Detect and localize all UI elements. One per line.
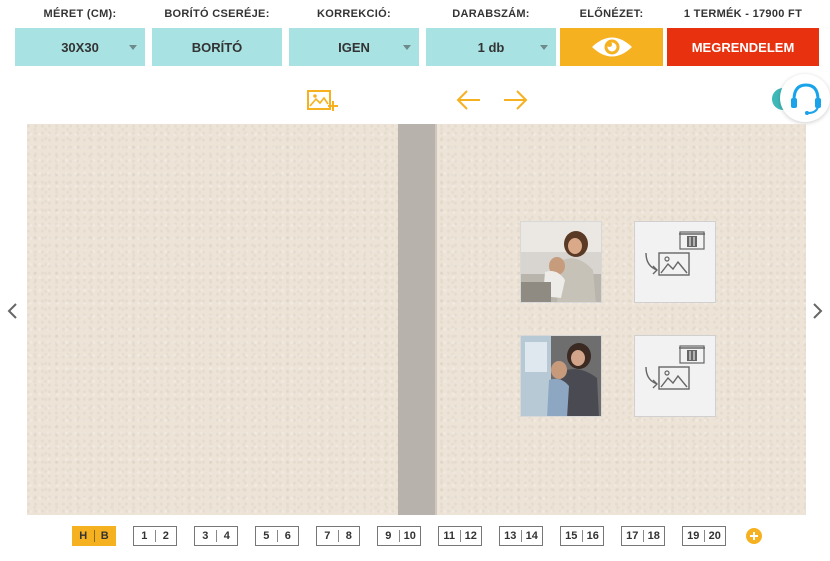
quantity-value: 1 db — [477, 39, 505, 55]
page-tab-left: 15 — [565, 530, 578, 542]
page-tab-left: 19 — [687, 530, 700, 542]
size-label: MÉRET (CM): — [43, 8, 117, 20]
add-image-icon[interactable] — [307, 88, 339, 112]
order-label: MEGRENDELEM — [691, 39, 795, 55]
page-tab-right: 4 — [223, 530, 230, 542]
page-tab-right: 2 — [162, 530, 169, 542]
cover-button[interactable]: BORÍTÓ — [152, 28, 282, 66]
page-tab[interactable]: 19 20 — [682, 526, 726, 546]
size-select[interactable]: 30X30 — [15, 28, 145, 66]
page-tab-left: 1 — [141, 530, 148, 542]
page-tab-left: H — [79, 530, 88, 542]
page-tab[interactable]: 78 — [316, 526, 360, 546]
preview-label: ELŐNÉZET: — [579, 8, 644, 20]
chevron-right-icon[interactable] — [812, 302, 824, 320]
correction-select[interactable]: IGEN — [289, 28, 419, 66]
page-tab[interactable]: 34 — [194, 526, 238, 546]
photo-image — [521, 222, 601, 302]
cover-value: BORÍTÓ — [191, 39, 243, 55]
book-spine — [398, 124, 437, 515]
chevron-down-icon — [403, 45, 411, 50]
trash-icon[interactable] — [679, 230, 705, 250]
page-tab[interactable]: 13 14 — [499, 526, 543, 546]
page-tab-right: 18 — [647, 530, 660, 542]
price-summary: 1 TERMÉK - 17900 FT — [683, 8, 803, 20]
eye-icon — [591, 37, 632, 57]
page-tab[interactable]: 17 18 — [621, 526, 665, 546]
support-widget[interactable] — [772, 74, 830, 122]
correction-value: IGEN — [338, 39, 370, 55]
chevron-down-icon — [540, 45, 548, 50]
page-tab[interactable]: 56 — [255, 526, 299, 546]
page-tab-left: 17 — [626, 530, 639, 542]
headset-icon — [791, 83, 821, 115]
page-tab-right: 8 — [345, 530, 352, 542]
page-tab-left: 5 — [263, 530, 270, 542]
page-tab[interactable]: 11 12 — [438, 526, 482, 546]
page-tab-right: 10 — [403, 530, 416, 542]
arrow-right-icon[interactable] — [501, 88, 529, 112]
quantity-label: DARABSZÁM: — [452, 8, 530, 20]
photo-mother-child-1[interactable] — [520, 221, 602, 303]
page-tab-left: 9 — [385, 530, 392, 542]
spine-edge — [435, 124, 437, 515]
arrow-left-icon[interactable] — [455, 88, 483, 112]
size-value: 30X30 — [61, 39, 99, 55]
page-tab[interactable]: HB — [72, 526, 116, 546]
chevron-down-icon — [129, 45, 137, 50]
quantity-select[interactable]: 1 db — [426, 28, 556, 66]
preview-button[interactable] — [560, 28, 663, 66]
page-tab-left: 13 — [504, 530, 517, 542]
page-tab[interactable]: 15 16 — [560, 526, 604, 546]
page-tab-left: 3 — [202, 530, 209, 542]
page-tab-right: 12 — [464, 530, 477, 542]
image-placeholder-icon — [645, 252, 690, 276]
page-tab[interactable]: 12 — [133, 526, 177, 546]
empty-photo-slot-2[interactable] — [634, 335, 716, 417]
page-tab-left: 7 — [324, 530, 331, 542]
trash-icon[interactable] — [679, 344, 705, 364]
order-button[interactable]: MEGRENDELEM — [667, 28, 819, 66]
page-tab-right: 14 — [525, 530, 538, 542]
page-tab-left: 11 — [443, 530, 456, 542]
cover-label: BORÍTÓ CSERÉJE: — [164, 8, 270, 20]
page-tab-right: 16 — [586, 530, 599, 542]
page-tab-right: B — [100, 530, 109, 542]
add-page-icon[interactable] — [746, 528, 762, 544]
page-tab-right: 6 — [284, 530, 291, 542]
chevron-left-icon[interactable] — [6, 302, 18, 320]
photo-image — [521, 336, 601, 416]
image-placeholder-icon — [645, 366, 690, 390]
photo-mother-child-2[interactable] — [520, 335, 602, 417]
page-tab[interactable]: 9 10 — [377, 526, 421, 546]
page-tab-right: 20 — [708, 530, 721, 542]
correction-label: KORREKCIÓ: — [317, 8, 391, 20]
empty-photo-slot-1[interactable] — [634, 221, 716, 303]
